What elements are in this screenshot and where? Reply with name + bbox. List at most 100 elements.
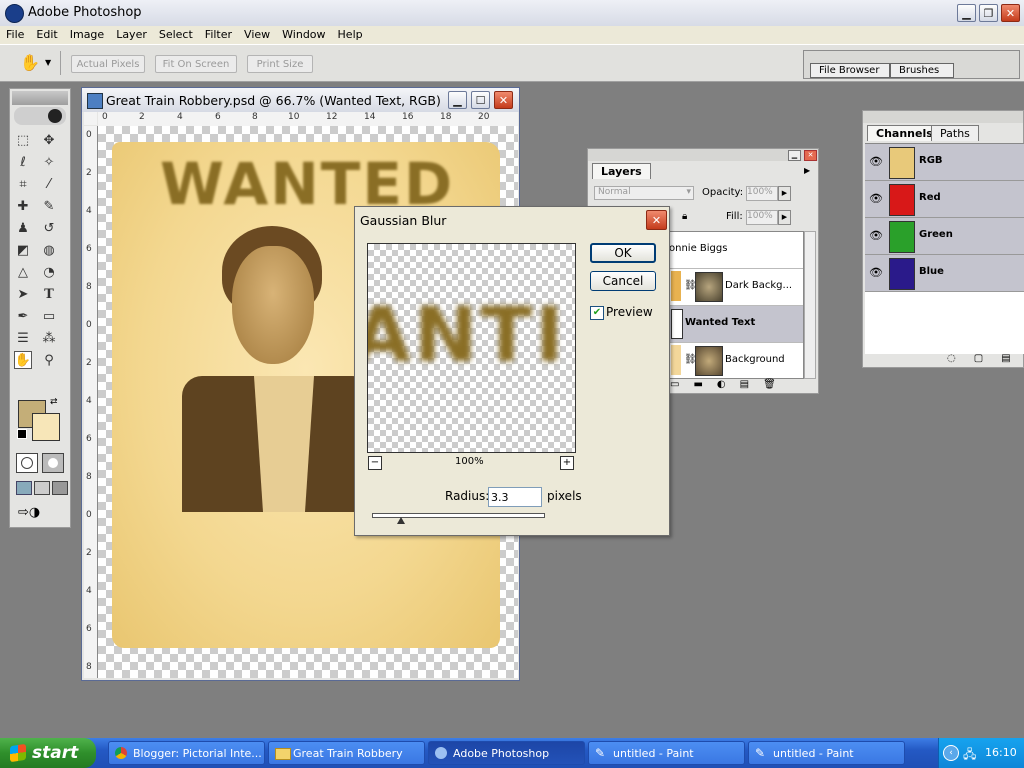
- layers-panel-titlebar[interactable]: ▁ ✕: [588, 149, 818, 161]
- new-folder-icon[interactable]: ▬: [693, 379, 702, 393]
- document-close-button[interactable]: ✕: [494, 91, 513, 109]
- menu-layer[interactable]: Layer: [110, 26, 153, 41]
- menu-help[interactable]: Help: [332, 26, 369, 41]
- zoom-out-button[interactable]: −: [368, 456, 382, 470]
- dodge-tool-icon[interactable]: ◔: [40, 263, 58, 281]
- full-screen-mode-icon[interactable]: [52, 481, 68, 495]
- channel-row[interactable]: 👁︎ RGB: [865, 144, 1024, 181]
- standard-screen-mode-icon[interactable]: [16, 481, 32, 495]
- swap-colors-icon[interactable]: ⇄: [50, 397, 58, 407]
- menu-file[interactable]: File: [0, 26, 30, 41]
- chevron-down-icon[interactable]: ▼: [45, 58, 51, 67]
- close-button[interactable]: ✕: [1001, 4, 1020, 22]
- taskbar-item-paint-1[interactable]: ✎ untitled - Paint: [588, 741, 745, 765]
- actual-pixels-button[interactable]: Actual Pixels: [71, 55, 145, 73]
- opacity-slider-arrow[interactable]: ▶: [778, 186, 791, 201]
- radius-slider-thumb[interactable]: [397, 517, 405, 524]
- adjustment-layer-icon[interactable]: ◐: [717, 379, 726, 393]
- menu-image[interactable]: Image: [64, 26, 110, 41]
- notes-tool-icon[interactable]: ☰: [14, 329, 32, 347]
- crop-tool-icon[interactable]: ⌗: [14, 175, 32, 193]
- menu-filter[interactable]: Filter: [199, 26, 238, 41]
- load-selection-icon[interactable]: ◌: [947, 353, 956, 367]
- rectangle-tool-icon[interactable]: ▭: [40, 307, 58, 325]
- path-selection-tool-icon[interactable]: ➤: [14, 285, 32, 303]
- channel-row[interactable]: 👁︎ Red: [865, 181, 1024, 218]
- taskbar-item-blogger[interactable]: Blogger: Pictorial Inte...: [108, 741, 265, 765]
- hand-tool-preset-icon[interactable]: ✋: [20, 53, 40, 72]
- zoom-tool-icon[interactable]: ⚲: [40, 351, 58, 369]
- menu-select[interactable]: Select: [153, 26, 199, 41]
- filter-preview-area[interactable]: ANTI: [367, 243, 576, 453]
- magic-wand-tool-icon[interactable]: ✧: [40, 153, 58, 171]
- new-layer-icon[interactable]: ▤: [740, 379, 749, 393]
- radius-input[interactable]: [488, 487, 542, 507]
- fill-slider-arrow[interactable]: ▶: [778, 210, 791, 225]
- history-brush-tool-icon[interactable]: ↺: [40, 219, 58, 237]
- network-icon[interactable]: 🖧︎: [963, 745, 976, 766]
- tab-paths[interactable]: Paths: [931, 125, 979, 141]
- pen-tool-icon[interactable]: ✒: [14, 307, 32, 325]
- fill-field[interactable]: 100%: [746, 210, 778, 225]
- ok-button[interactable]: OK: [590, 243, 656, 263]
- trash-icon[interactable]: 🗑︎: [763, 379, 776, 393]
- app-title-bar[interactable]: Adobe Photoshop ▁ ❐ ✕: [0, 0, 1024, 27]
- tab-file-browser[interactable]: File Browser: [810, 63, 890, 78]
- dialog-close-button[interactable]: ✕: [646, 210, 667, 230]
- eye-icon[interactable]: 👁︎: [869, 266, 883, 279]
- zoom-in-button[interactable]: +: [560, 456, 574, 470]
- ruler-left[interactable]: 0 2 4 6 8 0 2 4 6 8 0 2 4 6 8: [84, 126, 98, 678]
- document-title-bar[interactable]: Great Train Robbery.psd @ 66.7% (Wanted …: [82, 88, 519, 112]
- taskbar-item-folder[interactable]: Great Train Robbery: [268, 741, 425, 765]
- ruler-origin-corner[interactable]: [84, 112, 97, 125]
- standard-mode-icon[interactable]: [16, 453, 38, 473]
- type-tool-icon[interactable]: T: [40, 285, 58, 303]
- taskbar-item-photoshop[interactable]: Adobe Photoshop: [428, 741, 585, 765]
- paint-bucket-tool-icon[interactable]: ◍: [40, 241, 58, 259]
- lock-icon[interactable]: 🔒︎: [682, 211, 687, 222]
- default-colors-icon[interactable]: [17, 429, 27, 439]
- save-selection-icon[interactable]: ▢: [974, 353, 983, 367]
- adobe-eye-logo[interactable]: [14, 107, 66, 125]
- eraser-tool-icon[interactable]: ◩: [14, 241, 32, 259]
- cancel-button[interactable]: Cancel: [590, 271, 656, 291]
- tab-brushes[interactable]: Brushes: [890, 63, 954, 78]
- channel-row[interactable]: 👁︎ Green: [865, 218, 1024, 255]
- document-minimize-button[interactable]: ▁: [448, 91, 467, 109]
- restore-button[interactable]: ❐: [979, 4, 998, 22]
- minimize-button[interactable]: ▁: [957, 4, 976, 22]
- ruler-top[interactable]: 0 2 4 6 8 10 12 14 16 18 20: [98, 112, 518, 127]
- menu-window[interactable]: Window: [276, 26, 331, 41]
- new-layer-set-icon[interactable]: ▭: [670, 379, 679, 393]
- jump-to-imageready-icon[interactable]: ⇨◑: [18, 505, 62, 521]
- quick-mask-mode-icon[interactable]: [42, 453, 64, 473]
- move-tool-icon[interactable]: ✥: [40, 131, 58, 149]
- menu-view[interactable]: View: [238, 26, 276, 41]
- channels-panel-titlebar[interactable]: [863, 111, 1023, 123]
- hand-tool-icon[interactable]: ✋: [14, 351, 32, 369]
- document-maximize-button[interactable]: ☐: [471, 91, 490, 109]
- eyedropper-tool-icon[interactable]: ⁂: [40, 329, 58, 347]
- taskbar-item-paint-2[interactable]: ✎ untitled - Paint: [748, 741, 905, 765]
- marquee-tool-icon[interactable]: ⬚: [14, 131, 32, 149]
- brush-tool-icon[interactable]: ✎: [40, 197, 58, 215]
- preview-checkbox[interactable]: ✔: [590, 306, 604, 320]
- eye-icon[interactable]: 👁︎: [869, 155, 883, 168]
- clone-stamp-tool-icon[interactable]: ♟: [14, 219, 32, 237]
- panel-close-icon[interactable]: ✕: [804, 150, 817, 161]
- menu-edit[interactable]: Edit: [30, 26, 63, 41]
- slice-tool-icon[interactable]: ⁄: [40, 175, 58, 193]
- fit-on-screen-button[interactable]: Fit On Screen: [155, 55, 237, 73]
- blur-tool-icon[interactable]: △: [14, 263, 32, 281]
- tray-expand-icon[interactable]: ‹: [943, 745, 959, 761]
- background-color-swatch[interactable]: [32, 413, 60, 441]
- eye-icon[interactable]: 👁︎: [869, 229, 883, 242]
- layers-scrollbar[interactable]: [804, 231, 816, 379]
- layers-panel-menu-icon[interactable]: ▶: [804, 166, 810, 175]
- new-channel-icon[interactable]: ▤: [1001, 353, 1010, 367]
- tab-layers[interactable]: Layers: [592, 163, 651, 179]
- opacity-field[interactable]: 100%: [746, 186, 778, 201]
- full-screen-menu-mode-icon[interactable]: [34, 481, 50, 495]
- lasso-tool-icon[interactable]: ℓ: [14, 153, 32, 171]
- start-button[interactable]: start: [0, 738, 96, 768]
